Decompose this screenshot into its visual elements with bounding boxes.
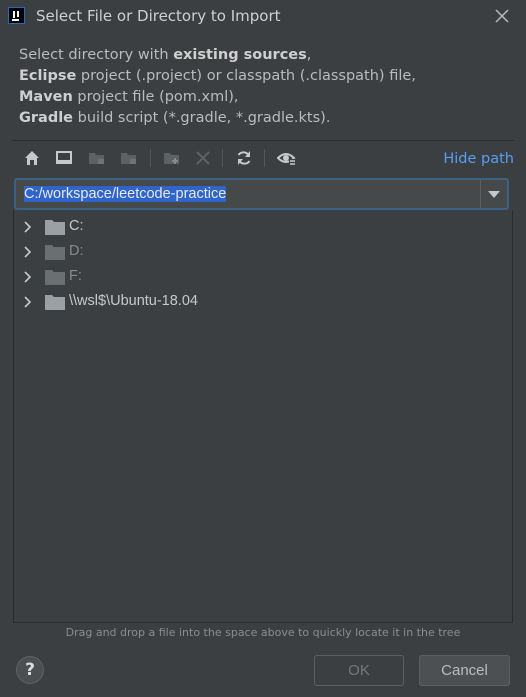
- description-bold: Maven: [19, 89, 73, 105]
- home-icon[interactable]: [21, 147, 43, 169]
- path-combobox[interactable]: C:/workspace/leetcode-practice: [14, 178, 509, 210]
- chevron-right-icon[interactable]: [22, 271, 34, 283]
- drag-drop-hint: Drag and drop a file into the space abov…: [65, 626, 461, 639]
- cancel-button[interactable]: Cancel: [419, 655, 510, 686]
- chevron-right-icon[interactable]: [22, 246, 34, 258]
- folder-icon: [45, 245, 65, 260]
- path-input-text: C:/workspace/leetcode-practice: [24, 186, 227, 202]
- desktop-icon[interactable]: [53, 147, 75, 169]
- toolbar-separator: [264, 149, 265, 167]
- toolbar-separator: [150, 149, 151, 167]
- description-text: ,: [306, 47, 312, 63]
- file-tree[interactable]: C: D: F: \\wsl$\Ubuntu-18.04: [13, 210, 513, 623]
- chevron-down-icon: [488, 191, 500, 198]
- hide-path-link[interactable]: Hide path: [443, 151, 514, 167]
- description-text: project (.project) or classpath (.classp…: [76, 68, 416, 84]
- description: Select directory with existing sources, …: [19, 45, 509, 129]
- folder-icon: [45, 295, 65, 310]
- toolbar: Hide path: [12, 141, 514, 175]
- chevron-right-icon[interactable]: [22, 296, 34, 308]
- project-folder-icon[interactable]: [86, 147, 108, 169]
- path-dropdown-button[interactable]: [480, 180, 507, 208]
- module-folder-icon[interactable]: [118, 147, 140, 169]
- folder-icon: [45, 270, 65, 285]
- toolbar-separator: [222, 149, 223, 167]
- description-bold: Gradle: [19, 110, 74, 126]
- show-hidden-icon[interactable]: [275, 147, 297, 169]
- description-text: build script (*.gradle, *.gradle.kts).: [73, 110, 331, 126]
- tree-item-d-drive[interactable]: D:: [14, 240, 512, 264]
- delete-icon[interactable]: [192, 147, 214, 169]
- window-title: Select File or Directory to Import: [36, 7, 281, 25]
- refresh-icon[interactable]: [233, 147, 255, 169]
- tree-item-label: C:: [69, 218, 84, 234]
- intellij-logo-icon: [8, 7, 25, 24]
- description-text: project file (pom.xml),: [72, 89, 239, 105]
- tree-item-c-drive[interactable]: C:: [14, 215, 512, 239]
- description-bold: Eclipse: [19, 68, 77, 84]
- new-folder-icon[interactable]: [161, 147, 183, 169]
- description-bold: existing sources: [173, 47, 307, 63]
- tree-item-label: D:: [69, 243, 84, 259]
- close-icon[interactable]: [492, 6, 512, 26]
- help-button[interactable]: ?: [16, 656, 44, 684]
- path-input[interactable]: C:/workspace/leetcode-practice: [16, 180, 481, 208]
- folder-icon: [45, 220, 65, 235]
- tree-item-label: \\wsl$\Ubuntu-18.04: [69, 293, 198, 309]
- chevron-right-icon[interactable]: [22, 221, 34, 233]
- tree-item-wsl-ubuntu[interactable]: \\wsl$\Ubuntu-18.04: [14, 290, 512, 314]
- description-text: Select directory with: [19, 47, 174, 63]
- tree-item-label: F:: [69, 268, 82, 284]
- title-bar: Select File or Directory to Import: [0, 0, 526, 34]
- tree-item-f-drive[interactable]: F:: [14, 265, 512, 289]
- ok-button[interactable]: OK: [314, 655, 404, 686]
